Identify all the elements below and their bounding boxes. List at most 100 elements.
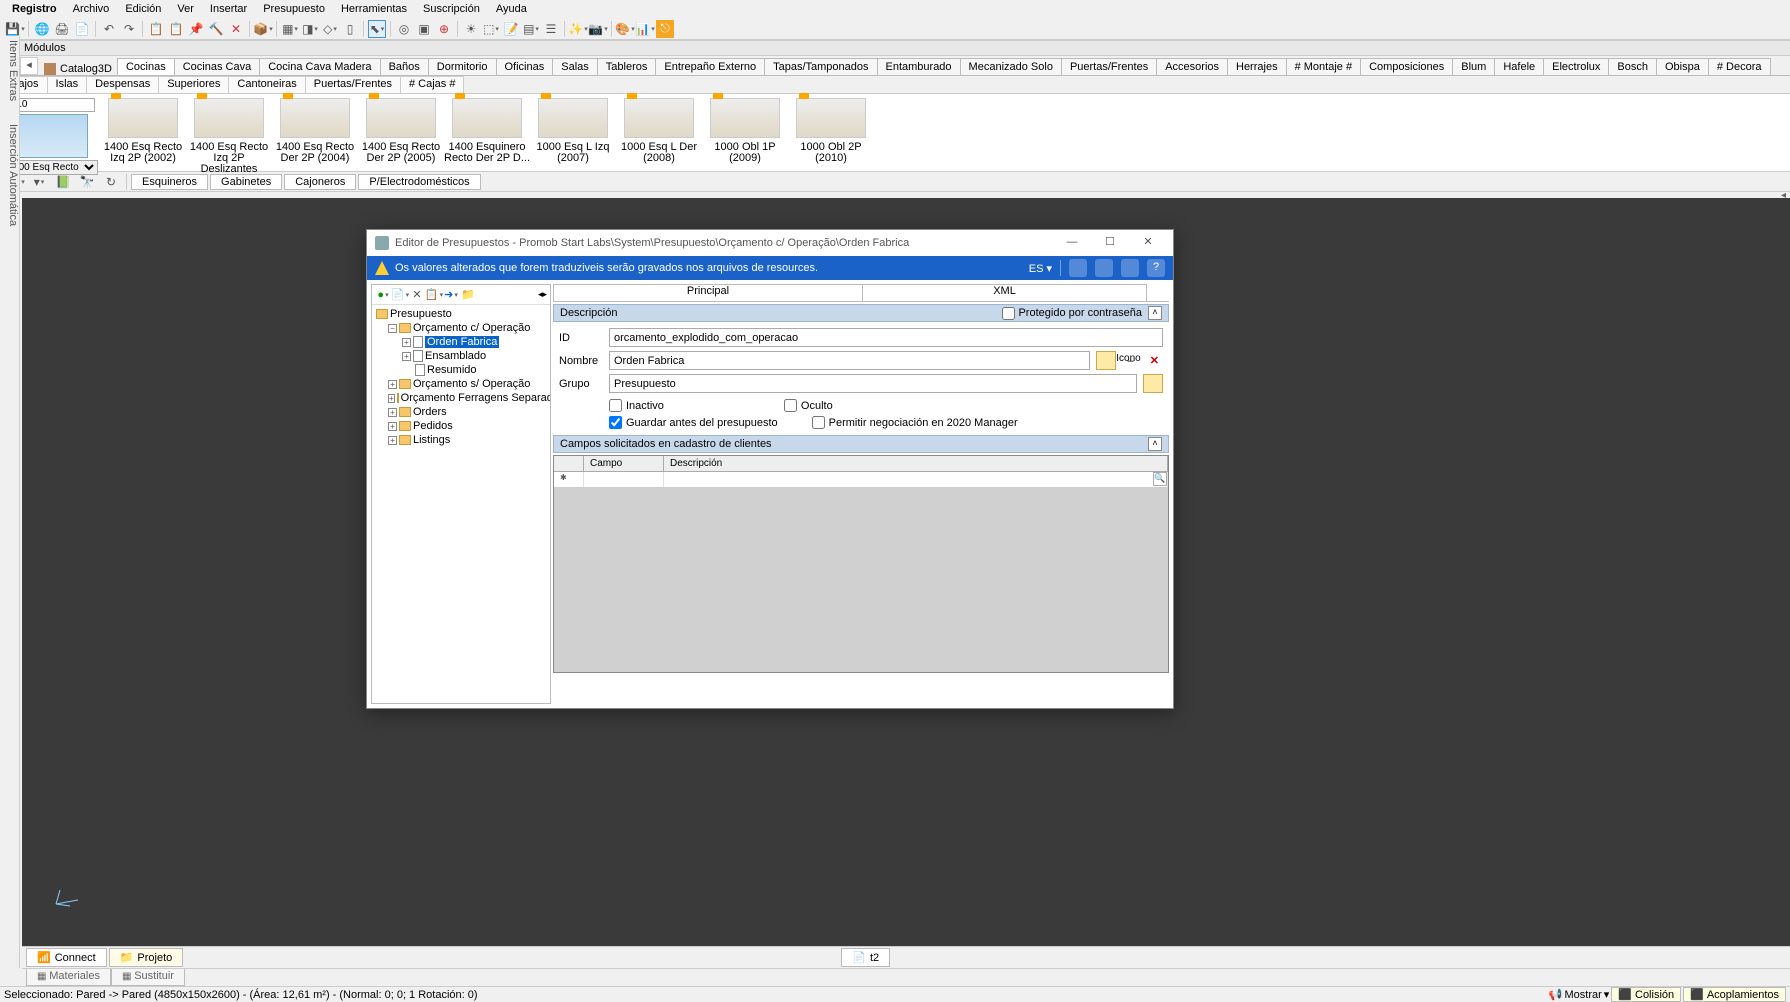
sustituir-tab[interactable]: ▦ Sustituir	[111, 969, 185, 986]
exit-icon[interactable]: ⎋	[656, 20, 674, 38]
gallery-item[interactable]: 1000 Obl 1P (2009)	[702, 98, 788, 164]
gallery-item[interactable]: 1000 Esq L Izq (2007)	[530, 98, 616, 164]
gallery-selected-thumb[interactable]	[12, 114, 88, 158]
chart-icon[interactable]: 📊	[636, 20, 654, 38]
expand-icon[interactable]: +	[388, 408, 397, 417]
menu-ver[interactable]: Ver	[169, 1, 202, 17]
grid-icon[interactable]: ▦	[281, 20, 299, 38]
banner-tool1-icon[interactable]	[1069, 259, 1087, 277]
permitir-checkbox[interactable]	[812, 416, 825, 429]
report-icon[interactable]: 📄	[73, 20, 91, 38]
menu-registro[interactable]: Registro	[4, 1, 65, 17]
gallery-item[interactable]: 1000 Esq L Der (2008)	[616, 98, 702, 164]
tree-add-icon[interactable]: ●	[375, 286, 391, 304]
tree-node[interactable]: +Orders	[374, 405, 548, 419]
paste-icon[interactable]: 📋	[167, 20, 185, 38]
refresh-icon[interactable]: ↻	[100, 173, 122, 191]
grupo-field[interactable]	[609, 374, 1137, 393]
gallery-item[interactable]: 1000 Obl 2P (2010)	[788, 98, 874, 164]
delete-icon[interactable]: ✕	[227, 20, 245, 38]
expand-icon[interactable]: +	[388, 380, 397, 389]
tree-node[interactable]: +Orçamento Ferragens Separadas	[374, 391, 548, 405]
book-icon[interactable]: 📗	[52, 173, 74, 191]
grid-search-icon[interactable]: 🔍	[1153, 472, 1167, 486]
wand-icon[interactable]: ✨	[569, 20, 587, 38]
subtab-superiores[interactable]: Superiores	[158, 76, 229, 93]
dialog-titlebar[interactable]: Editor de Presupuestos - Promob Start La…	[367, 230, 1173, 256]
close-button[interactable]: ✕	[1131, 233, 1165, 253]
tree-delete-icon[interactable]: ✕	[409, 286, 425, 304]
tab-montaje[interactable]: # Montaje #	[1286, 58, 1361, 75]
col-descripcion[interactable]: Descripción	[664, 456, 1168, 471]
rail-insercion[interactable]: Inserción Automática	[7, 124, 19, 226]
expand-icon[interactable]: +	[388, 394, 395, 403]
t2-tab[interactable]: 📄t2	[841, 948, 890, 967]
box-icon[interactable]: 📦	[254, 20, 272, 38]
undo-icon[interactable]: ↶	[100, 20, 118, 38]
protegido-checkbox[interactable]	[1002, 307, 1015, 320]
projeto-tab[interactable]: 📁Projeto	[109, 948, 184, 967]
sun-icon[interactable]: ☀	[462, 20, 480, 38]
subtab-islas[interactable]: Islas	[47, 76, 88, 93]
tab-xml[interactable]: XML	[862, 284, 1147, 301]
shape-icon[interactable]: ◇	[321, 20, 339, 38]
expand-icon[interactable]: +	[388, 436, 397, 445]
note-icon[interactable]: 📝	[502, 20, 520, 38]
tab-tableros[interactable]: Tableros	[597, 58, 657, 75]
gallery-item[interactable]: 1400 Esq Recto Der 2P (2004)	[272, 98, 358, 164]
filter-esquineros[interactable]: Esquineros	[131, 174, 208, 190]
colision-chip[interactable]: ⬛ Colisión	[1611, 987, 1681, 1002]
tab-blum[interactable]: Blum	[1452, 58, 1495, 75]
mostrar-button[interactable]: 📢 Mostrar ▾	[1549, 987, 1610, 1002]
banner-help-icon[interactable]: ?	[1147, 259, 1165, 277]
tab-herrajes[interactable]: Herrajes	[1227, 58, 1287, 75]
tab-cocinas[interactable]: Cocinas	[117, 58, 175, 75]
door-icon[interactable]: ▯	[341, 20, 359, 38]
tab-mecanizado[interactable]: Mecanizado Solo	[960, 58, 1062, 75]
rail-items-extras[interactable]: Items Extras	[7, 40, 19, 101]
tab-decora[interactable]: # Decora	[1708, 58, 1771, 75]
gallery-item[interactable]: 1400 Esquinero Recto Der 2P D...	[444, 98, 530, 164]
maximize-button[interactable]: ☐	[1093, 233, 1127, 253]
gallery-item[interactable]: 1400 Esq Recto Der 2P (2005)	[358, 98, 444, 164]
tree-copy-icon[interactable]: 📋	[426, 286, 442, 304]
connect-tab[interactable]: 📶Connect	[26, 948, 107, 967]
expand-icon[interactable]: +	[402, 338, 411, 347]
world-icon[interactable]: 🌐	[33, 20, 51, 38]
camera-icon[interactable]: 📷	[589, 20, 607, 38]
tab-electrolux[interactable]: Electrolux	[1543, 58, 1609, 75]
tab-tapas[interactable]: Tapas/Tamponados	[764, 58, 877, 75]
menu-archivo[interactable]: Archivo	[65, 1, 118, 17]
dropdown-icon[interactable]: ▾	[28, 173, 50, 191]
col-campo[interactable]: Campo	[584, 456, 664, 471]
tree-folder-icon[interactable]: 📁	[460, 286, 476, 304]
tab-entamburado[interactable]: Entamburado	[877, 58, 961, 75]
tree-node[interactable]: Resumido	[374, 363, 548, 377]
cursor-icon[interactable]: ⬉	[368, 20, 386, 38]
inactivo-checkbox[interactable]	[609, 399, 622, 412]
tab-banos[interactable]: Baños	[380, 58, 429, 75]
tab-bosch[interactable]: Bosch	[1608, 58, 1657, 75]
list-icon[interactable]: ☰	[542, 20, 560, 38]
copy-icon[interactable]: 📋	[147, 20, 165, 38]
tree-move-icon[interactable]: ➜	[443, 286, 459, 304]
color-icon[interactable]: 🎨	[616, 20, 634, 38]
tab-salas[interactable]: Salas	[552, 58, 598, 75]
pin-icon[interactable]: 📌	[187, 20, 205, 38]
guardar-checkbox[interactable]	[609, 416, 622, 429]
tree-new-icon[interactable]: 📄	[392, 286, 408, 304]
tab-cocina-cava-madera[interactable]: Cocina Cava Madera	[259, 58, 380, 75]
3d-icon[interactable]: ▣	[415, 20, 433, 38]
save-icon[interactable]: 💾	[6, 20, 24, 38]
id-field[interactable]	[609, 328, 1163, 347]
view-icon[interactable]: ⬚	[482, 20, 500, 38]
lang-selector[interactable]: ES ▾	[1029, 262, 1052, 275]
tab-accesorios[interactable]: Accesorios	[1156, 58, 1228, 75]
acoplamientos-chip[interactable]: ⬛ Acoplamientos	[1683, 987, 1786, 1002]
tree-node[interactable]: +Listings	[374, 433, 548, 447]
layer-icon[interactable]: ▤	[522, 20, 540, 38]
filter-gabinetes[interactable]: Gabinetes	[210, 174, 282, 190]
tree-node[interactable]: +Ensamblado	[374, 349, 548, 363]
banner-settings-icon[interactable]	[1121, 259, 1139, 277]
binoculars-icon[interactable]: 🔭	[76, 173, 98, 191]
